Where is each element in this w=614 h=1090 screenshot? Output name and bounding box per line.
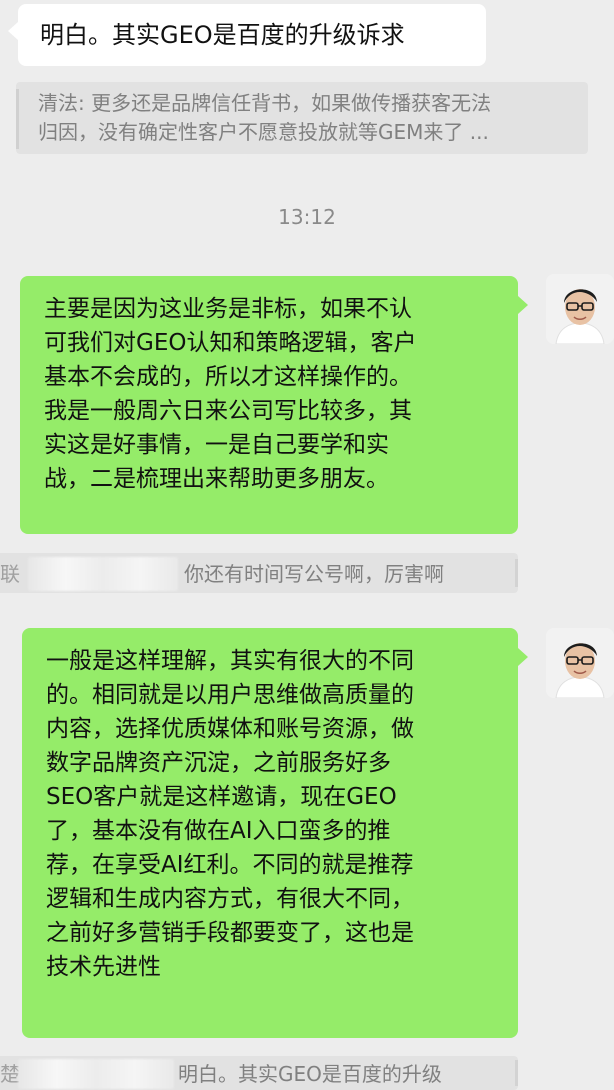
timestamp: 13:12: [278, 205, 336, 229]
message-line: 一般是这样理解，其实有很大的不同: [46, 648, 414, 674]
message-line: 基本不会成的，所以才这样操作的。: [44, 364, 412, 390]
outgoing-message-bubble[interactable]: 主要是因为这业务是非标，如果不认 可我们对GEO认知和策略逻辑，客户 基本不会成…: [20, 276, 528, 534]
quoted-message-line: 归因，没有确定性客户不愿意投放就等GEM来了 ...: [38, 120, 489, 144]
user-avatar-icon[interactable]: [546, 274, 614, 344]
quoted-message[interactable]: 清法: 更多还是品牌信任背书，如果做传播获客无法 归因，没有确定性客户不愿意投放…: [16, 82, 588, 154]
message-line: 战，二是梳理出来帮助更多朋友。: [44, 466, 389, 492]
incoming-message-text: 明白。其实GEO是百度的升级诉求: [40, 21, 405, 49]
message-line: 主要是因为这业务是非标，如果不认: [44, 296, 412, 322]
user-avatar-icon[interactable]: [546, 628, 614, 698]
quoted-sender-fragment: 楚: [0, 1062, 20, 1086]
message-line: 了，基本没有做在AI入口蛮多的推: [46, 818, 391, 844]
message-line: 之前好多营销手段都要变了，这也是: [46, 920, 414, 946]
quoted-message-text: 你还有时间写公号啊，厉害啊: [184, 562, 444, 586]
quoted-message[interactable]: 楚 明白。其实GEO是百度的升级: [0, 1056, 520, 1090]
message-line: SEO客户就是这样邀请，现在GEO: [46, 784, 397, 810]
message-line: 技术先进性: [46, 954, 161, 980]
quote-divider: [515, 1060, 518, 1086]
quoted-message-line: 清法: 更多还是品牌信任背书，如果做传播获客无法: [38, 91, 492, 115]
quote-divider: [515, 559, 518, 587]
message-line: 实这是好事情，一是自己要学和实: [44, 432, 389, 458]
message-line: 数字品牌资产沉淀，之前服务好多: [46, 750, 391, 776]
message-line: 我是一般周六日来公司写比较多，其: [44, 398, 412, 424]
message-line: 荐，在享受AI红利。不同的就是推荐: [46, 852, 414, 878]
message-line: 可我们对GEO认知和策略逻辑，客户: [44, 330, 417, 356]
incoming-message-bubble[interactable]: 明白。其实GEO是百度的升级诉求: [8, 4, 486, 66]
blurred-sender-name: [18, 1059, 174, 1089]
blurred-sender-name: [28, 557, 178, 591]
outgoing-message-bubble[interactable]: 一般是这样理解，其实有很大的不同 的。相同就是以用户思维做高质量的 内容，选择优…: [22, 628, 528, 1038]
quoted-sender-fragment: 联: [0, 562, 20, 586]
quoted-message[interactable]: 联 你还有时间写公号啊，厉害啊: [0, 553, 520, 593]
quoted-message-text: 明白。其实GEO是百度的升级: [178, 1062, 442, 1086]
message-line: 内容，选择优质媒体和账号资源，做: [46, 716, 414, 742]
message-line: 的。相同就是以用户思维做高质量的: [46, 682, 414, 708]
message-line: 逻辑和生成内容方式，有很大不同，: [46, 886, 414, 912]
